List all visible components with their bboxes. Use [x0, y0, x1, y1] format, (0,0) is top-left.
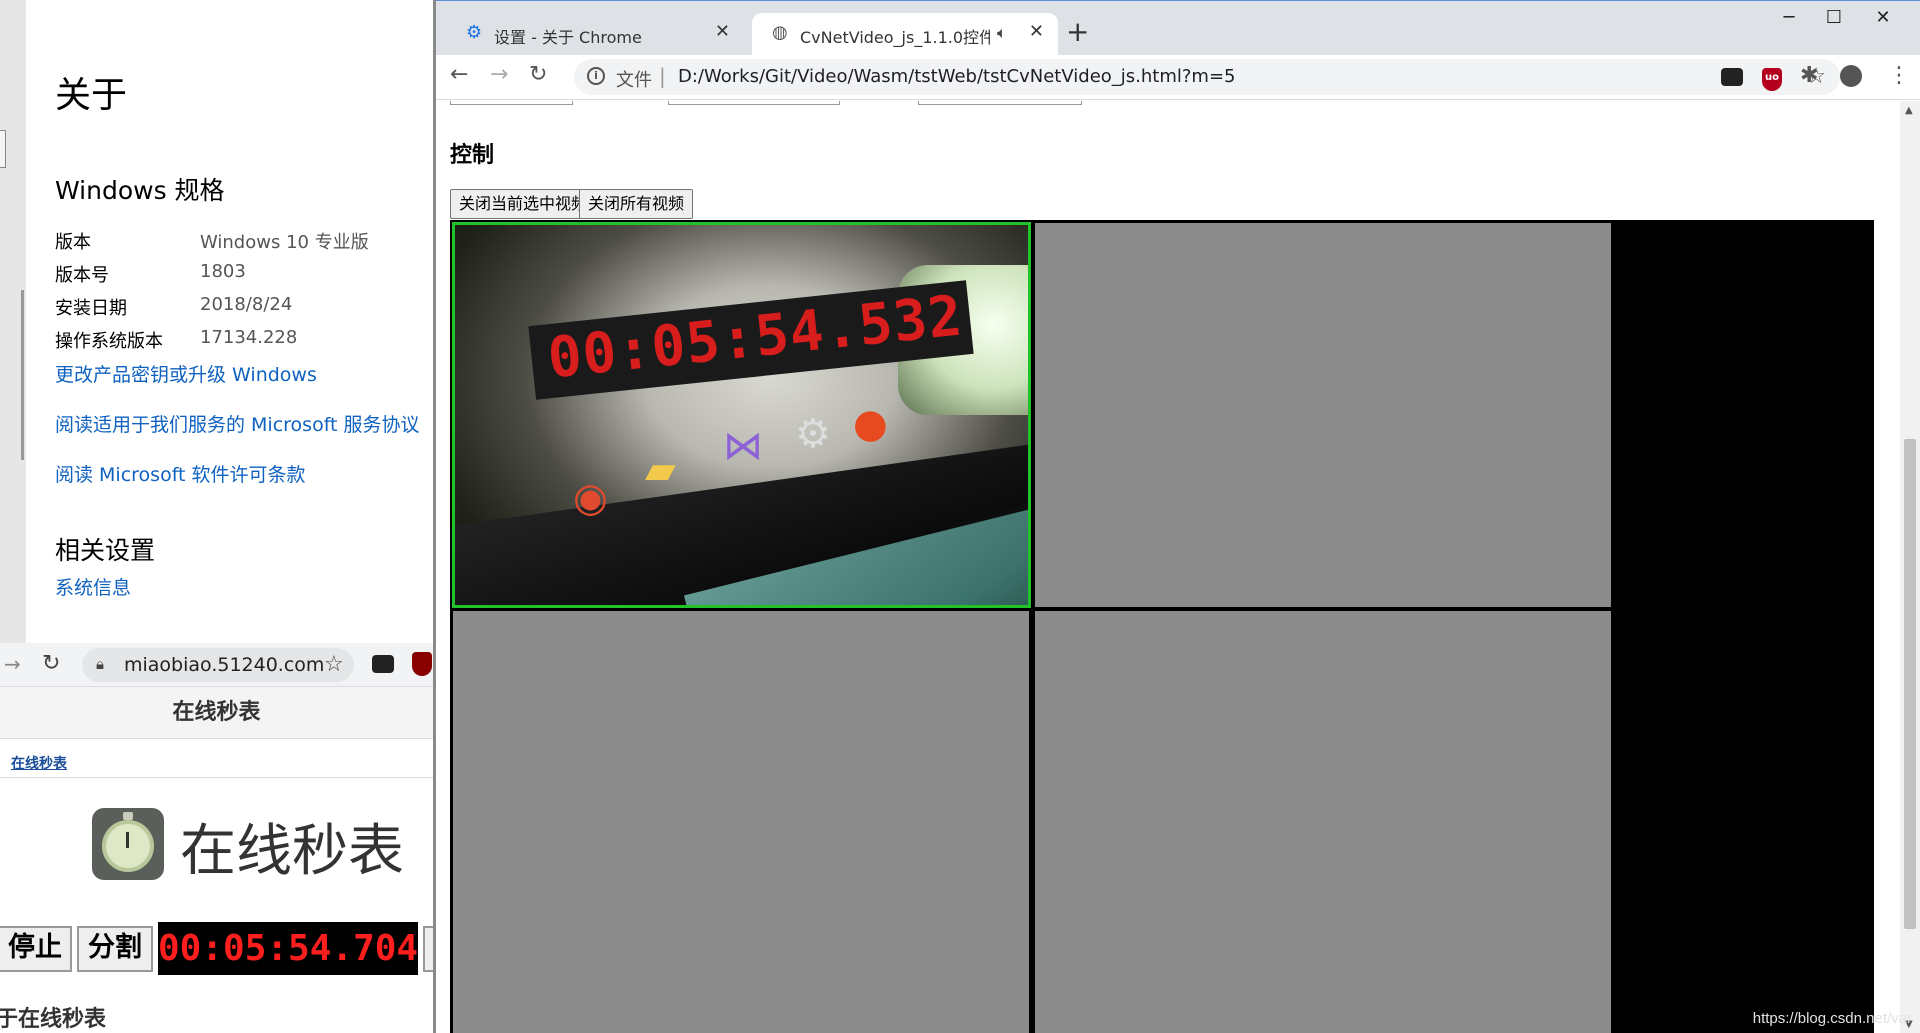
settings-nav-strip: [0, 0, 26, 643]
spec-value: Windows 10 专业版: [200, 232, 369, 253]
profile-avatar-icon[interactable]: [1840, 65, 1862, 87]
tab-label: 设置 - 关于 Chrome: [494, 28, 642, 47]
ublock-icon[interactable]: uo: [1762, 68, 1782, 91]
next-button-edge[interactable]: [423, 926, 433, 972]
spec-key: 安装日期: [55, 298, 127, 319]
scroll-up-icon[interactable]: ▲: [1905, 105, 1913, 116]
stopwatch-icon: [92, 808, 164, 880]
tab-cvnetvideo[interactable]: ◍ CvNetVideo_js_1.1.0控件测 🔈︎ ✕: [752, 13, 1058, 55]
extension-icon[interactable]: [372, 655, 394, 673]
spec-row-install-date: 安装日期 2018/8/24: [55, 294, 415, 324]
vs-taskbar-icon: ⋈: [723, 423, 763, 469]
system-info-link[interactable]: 系统信息: [55, 573, 131, 600]
cut-off-select[interactable]: [450, 101, 573, 105]
puzzle-icon[interactable]: ✱: [1800, 63, 1818, 88]
site-header-title: 在线秒表: [172, 700, 261, 725]
chrome-window: ⚙ 设置 - 关于 Chrome ✕ ◍ CvNetVideo_js_1.1.0…: [436, 0, 1920, 1033]
minimize-icon[interactable]: ─: [1764, 7, 1814, 37]
mini-address-bar[interactable]: 🔒︎ miaobiao.51240.com ☆: [82, 648, 354, 682]
close-tab-icon[interactable]: ✕: [715, 21, 730, 42]
divider: [0, 777, 433, 778]
scroll-thumb[interactable]: [1904, 439, 1916, 929]
stop-button[interactable]: 停止: [0, 926, 72, 972]
ublock-icon[interactable]: [412, 652, 432, 676]
close-tab-icon[interactable]: ✕: [1029, 21, 1044, 42]
spec-key: 操作系统版本: [55, 331, 163, 352]
video-cell-4[interactable]: [1035, 611, 1611, 1033]
video-grid: 00:05:54.532 ◉ ▰ ⋈ ⚙ ●: [450, 220, 1874, 1033]
spec-row-os-build: 操作系统版本 17134.228: [55, 327, 415, 357]
nav-selection-marker: [0, 130, 6, 168]
spec-value: 2018/8/24: [200, 294, 293, 315]
reload-icon[interactable]: ↻: [529, 62, 547, 87]
watermark: https://blog.csdn.net/var: [1752, 1010, 1912, 1027]
back-icon[interactable]: ←: [450, 62, 468, 87]
video-cell-1[interactable]: 00:05:54.532 ◉ ▰ ⋈ ⚙ ●: [452, 222, 1031, 608]
browser-toolbar: ← → ↻ i 文件 | D:/Works/Git/Video/Wasm/tst…: [436, 55, 1920, 100]
settings-window: 关于 Windows 规格 版本 Windows 10 专业版 版本号 1803…: [0, 0, 433, 643]
section-title-control: 控制: [450, 143, 495, 168]
breadcrumb-link[interactable]: 在线秒表: [11, 753, 67, 773]
page-content: 控制 关闭当前选中视频 关闭所有视频 00:05:54.532 ◉ ▰ ⋈ ⚙ …: [436, 101, 1900, 1033]
spec-value: 1803: [200, 261, 246, 282]
mini-toolbar: → ↻ 🔒︎ miaobiao.51240.com ☆: [0, 643, 433, 687]
spec-row-version: 版本号 1803: [55, 261, 415, 291]
url-text[interactable]: D:/Works/Git/Video/Wasm/tstWeb/tstCvNetV…: [678, 66, 1236, 87]
scheme-label: 文件: [616, 70, 652, 91]
video-cell-3[interactable]: [453, 611, 1029, 1033]
folder-taskbar-icon: ▰: [645, 447, 676, 493]
address-bar[interactable]: i 文件 | D:/Works/Git/Video/Wasm/tstWeb/ts…: [574, 59, 1840, 95]
split-button[interactable]: 分割: [77, 926, 153, 972]
chrome-taskbar-icon: ◉: [573, 475, 608, 521]
close-window-icon[interactable]: ✕: [1858, 7, 1908, 37]
mini-url: miaobiao.51240.com: [124, 654, 325, 676]
related-settings-heading: 相关设置: [55, 536, 156, 565]
stopwatch-browser-window: → ↻ 🔒︎ miaobiao.51240.com ☆ 在线秒表 在线秒表 在线…: [0, 643, 433, 1033]
reload-icon[interactable]: ↻: [42, 651, 60, 676]
firefox-taskbar-icon: ●: [853, 401, 888, 447]
cut-off-input[interactable]: [918, 101, 1082, 105]
bookmark-star-icon[interactable]: ☆: [324, 652, 344, 677]
spec-row-edition: 版本 Windows 10 专业版: [55, 228, 415, 258]
license-terms-link[interactable]: 阅读 Microsoft 软件许可条款: [55, 460, 306, 487]
nav-scrollbar[interactable]: [21, 290, 24, 460]
maximize-icon[interactable]: ☐: [1809, 7, 1859, 37]
tab-label: CvNetVideo_js_1.1.0控件测: [800, 28, 990, 47]
tab-settings[interactable]: ⚙ 设置 - 关于 Chrome ✕: [436, 13, 744, 55]
about-heading: 于在线秒表: [0, 1007, 107, 1032]
video-frame: 00:05:54.532 ◉ ▰ ⋈ ⚙ ●: [455, 225, 1028, 605]
spec-key: 版本: [55, 232, 91, 253]
spec-key: 版本号: [55, 265, 109, 286]
close-all-videos-button[interactable]: 关闭所有视频: [579, 189, 694, 219]
change-product-key-link[interactable]: 更改产品密钥或升级 Windows: [55, 360, 317, 387]
cut-off-input[interactable]: [668, 101, 840, 105]
tab-strip: ⚙ 设置 - 关于 Chrome ✕ ◍ CvNetVideo_js_1.1.0…: [436, 1, 1920, 55]
lock-icon: 🔒︎: [96, 655, 104, 673]
gear-icon: ⚙: [466, 22, 483, 43]
info-icon[interactable]: i: [587, 67, 605, 85]
video-cell-2[interactable]: [1035, 223, 1611, 607]
separator: |: [659, 64, 666, 88]
stopwatch-display: 00:05:54.704: [158, 922, 418, 975]
new-tab-icon[interactable]: +: [1066, 15, 1089, 48]
stopwatch-title: 在线秒表: [180, 819, 404, 884]
menu-kebab-icon[interactable]: ⋮: [1888, 63, 1910, 88]
settings-taskbar-icon: ⚙: [795, 411, 831, 457]
forward-icon[interactable]: →: [490, 62, 508, 87]
spec-value: 17134.228: [200, 327, 298, 348]
speaker-icon[interactable]: 🔈︎: [997, 23, 1007, 43]
site-header: 在线秒表: [0, 687, 433, 739]
page-scrollbar[interactable]: ▲ ▼: [1900, 101, 1920, 1033]
service-agreement-link[interactable]: 阅读适用于我们服务的 Microsoft 服务协议: [55, 410, 420, 437]
globe-icon: ◍: [772, 22, 788, 43]
extension-icon[interactable]: [1721, 68, 1743, 86]
spec-heading: Windows 规格: [55, 176, 225, 205]
page-title: 关于: [55, 75, 128, 116]
forward-icon[interactable]: →: [4, 652, 21, 676]
close-selected-video-button[interactable]: 关闭当前选中视频: [450, 189, 597, 219]
